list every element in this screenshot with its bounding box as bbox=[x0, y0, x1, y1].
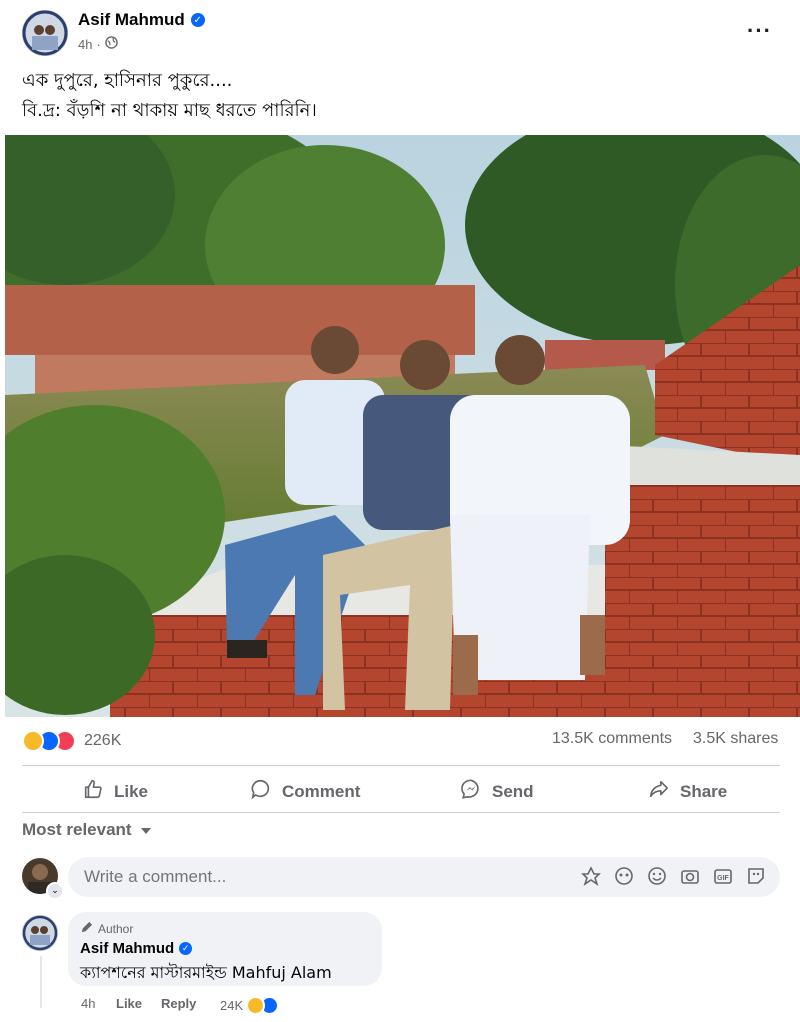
thread-line bbox=[40, 956, 42, 1008]
avatar-icon[interactable] bbox=[614, 866, 634, 886]
commenter-name-text[interactable]: Asif Mahmud bbox=[80, 940, 174, 957]
comment-text: ক্যাপশনের মাস্টারমাইন্ড Mahfuj Alam bbox=[80, 963, 332, 982]
sort-label: Most relevant bbox=[22, 820, 132, 839]
verified-badge-icon: ✓ bbox=[190, 13, 205, 27]
chevron-down-icon[interactable]: ⌄ bbox=[46, 882, 64, 900]
commenter-avatar[interactable] bbox=[22, 915, 58, 951]
avatar-sticker-icon[interactable] bbox=[581, 866, 601, 886]
comment-bubble-icon bbox=[250, 778, 272, 805]
author-avatar[interactable] bbox=[22, 10, 68, 56]
comment-button[interactable]: Comment bbox=[250, 778, 360, 805]
more-options-icon[interactable]: ··· bbox=[747, 18, 772, 44]
send-button[interactable]: Send bbox=[460, 778, 534, 805]
write-comment-box[interactable]: GIF bbox=[68, 857, 780, 897]
send-label: Send bbox=[492, 781, 534, 801]
comment-like-button[interactable]: Like bbox=[116, 996, 142, 1011]
comment-reactions[interactable]: 24K bbox=[220, 996, 280, 1015]
share-button[interactable]: Share bbox=[648, 778, 727, 805]
reaction-icons[interactable]: 226K bbox=[22, 730, 121, 752]
haha-reaction-icon bbox=[22, 730, 44, 752]
sticker-icon[interactable] bbox=[746, 866, 766, 886]
divider bbox=[22, 765, 780, 766]
emoji-icon[interactable] bbox=[647, 866, 667, 886]
gif-icon[interactable]: GIF bbox=[713, 866, 733, 886]
camera-icon[interactable] bbox=[680, 866, 700, 886]
author-badge-label: Author bbox=[98, 922, 134, 936]
post-photo[interactable] bbox=[5, 135, 800, 717]
verified-badge-icon: ✓ bbox=[179, 942, 193, 955]
like-button[interactable]: Like bbox=[82, 778, 148, 805]
like-label: Like bbox=[114, 781, 149, 801]
thumbs-up-icon bbox=[82, 778, 104, 805]
post-meta: 4h · bbox=[78, 36, 118, 52]
shares-count[interactable]: 3.5K shares bbox=[693, 730, 778, 748]
haha-reaction-icon bbox=[246, 996, 266, 1015]
dot-separator: · bbox=[96, 36, 101, 52]
messenger-icon bbox=[460, 778, 482, 805]
svg-text:GIF: GIF bbox=[717, 875, 729, 882]
commenter-name[interactable]: Asif Mahmud ✓ bbox=[80, 940, 193, 957]
comment-sort-dropdown[interactable]: Most relevant bbox=[22, 820, 152, 840]
comment-bubble: Author Asif Mahmud ✓ ক্যাপশনের মাস্টারমা… bbox=[68, 912, 382, 986]
comment-reply-button[interactable]: Reply bbox=[161, 996, 196, 1011]
share-arrow-icon bbox=[648, 778, 670, 805]
globe-icon bbox=[105, 36, 118, 52]
author-name[interactable]: Asif Mahmud ✓ bbox=[78, 10, 205, 30]
post-caption-line-1: এক দুপুরে, হাসিনার পুকুরে.... bbox=[22, 70, 233, 91]
comments-count[interactable]: 13.5K comments bbox=[552, 730, 672, 748]
author-name-text[interactable]: Asif Mahmud bbox=[78, 10, 185, 30]
comment-time[interactable]: 4h bbox=[81, 996, 95, 1011]
comment-label: Comment bbox=[282, 781, 361, 801]
pencil-icon bbox=[80, 921, 93, 937]
post-caption-line-2: বি.দ্র: বঁড়শি না থাকায় মাছ ধরতে পারিনি… bbox=[22, 100, 317, 121]
reactions-count[interactable]: 226K bbox=[84, 732, 121, 750]
author-badge: Author bbox=[80, 921, 133, 937]
caret-down-icon bbox=[140, 820, 152, 840]
post-time[interactable]: 4h bbox=[78, 37, 92, 52]
divider bbox=[22, 812, 780, 813]
comment-reaction-count: 24K bbox=[220, 998, 244, 1013]
comment-input[interactable] bbox=[82, 866, 566, 888]
share-label: Share bbox=[680, 781, 728, 801]
